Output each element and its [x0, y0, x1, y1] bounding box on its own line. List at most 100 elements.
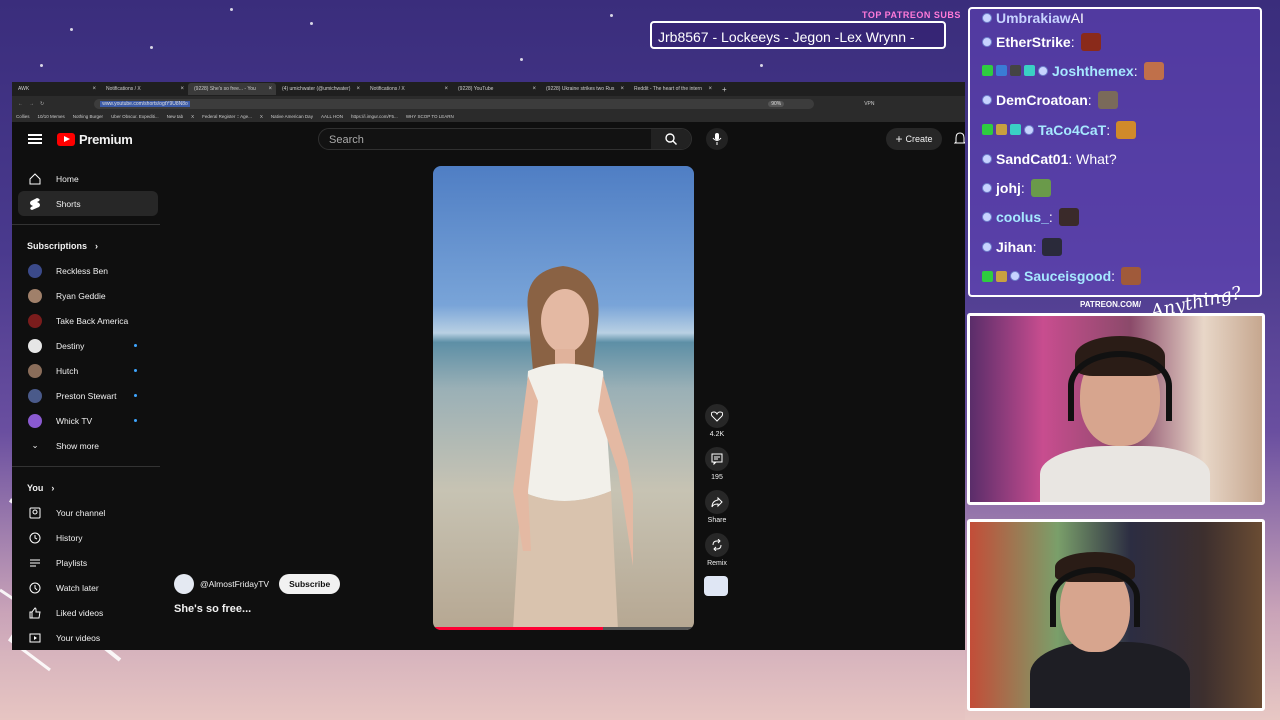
video-icon	[28, 631, 42, 645]
back-icon[interactable]: ←	[18, 101, 23, 107]
notifications-bell-icon[interactable]	[954, 132, 965, 146]
patreon-label: PATREON.COM/	[1080, 300, 1142, 309]
browser-tab[interactable]: Notifications / X ×	[100, 83, 188, 95]
sidebar-item-history[interactable]: History	[12, 525, 162, 550]
bookmark[interactable]: X	[260, 114, 263, 119]
like-button[interactable]: 4.2K	[704, 404, 730, 438]
chat-username: DemCroatoan	[996, 92, 1088, 109]
url-input[interactable]: www.youtube.com/shorts/ogtY9U8N8o 90%	[94, 98, 815, 109]
forward-icon[interactable]: →	[29, 101, 34, 107]
chat-message: EtherStrike:	[970, 27, 1260, 56]
sidebar-item-liked-videos[interactable]: Liked videos	[12, 600, 162, 625]
share-icon	[711, 496, 723, 507]
new-tab-icon[interactable]: +	[722, 85, 727, 94]
chat-text: :	[1106, 121, 1111, 138]
browser-tab-active[interactable]: (9228) She's so free... - You ×	[188, 83, 276, 95]
clock-icon	[28, 581, 42, 595]
channel-name[interactable]: @AlmostFridayTV	[200, 579, 269, 589]
new-content-dot	[134, 394, 137, 397]
bookmark[interactable]: https://i.imgur.com/F5...	[351, 114, 398, 119]
youtube-premium-logo[interactable]: Premium	[57, 132, 133, 147]
chat-username: SandCat01	[996, 150, 1069, 167]
remix-button[interactable]: Remix	[704, 533, 730, 567]
you-header[interactable]: You ›	[12, 475, 162, 500]
bookmark[interactable]: New tab	[167, 114, 184, 119]
browser-tab[interactable]: (9228) Ukraine strikes two Rus ×	[540, 83, 628, 95]
chat-user-icon	[982, 153, 992, 164]
browser-tab[interactable]: Notifications / X ×	[364, 83, 452, 95]
search-button[interactable]	[651, 129, 691, 149]
chat-text: :	[1070, 33, 1075, 50]
comments-button[interactable]: 195	[704, 447, 730, 481]
subscription-item[interactable]: Hutch	[12, 358, 162, 383]
chat-username: EtherStrike	[996, 33, 1071, 50]
sidebar-divider	[12, 224, 160, 225]
chat-badge-icon	[996, 65, 1007, 77]
share-button[interactable]: Share	[704, 490, 730, 524]
vpn-badge[interactable]: VPN	[864, 101, 874, 107]
chat-user-icon	[982, 183, 992, 194]
chat-message: Jihan:	[970, 232, 1260, 261]
short-channel-row: @AlmostFridayTV Subscribe	[174, 574, 341, 594]
bookmark[interactable]: Federal Register :: Age...	[202, 114, 252, 119]
chat-badge-icon	[1010, 65, 1021, 77]
voice-search-button[interactable]	[706, 128, 728, 150]
reload-icon[interactable]: ↻	[40, 101, 44, 107]
sidebar-item-your-channel[interactable]: Your channel	[12, 500, 162, 525]
bookmark[interactable]: X	[191, 114, 194, 119]
tab-bar: AWK × Notifications / X × (9228) She's so …	[12, 82, 965, 96]
bookmark[interactable]: Nothing Burger	[73, 114, 103, 119]
bookmark[interactable]: Collies	[16, 114, 30, 119]
playlists-icon	[28, 556, 42, 570]
hamburger-menu-icon[interactable]	[28, 134, 42, 144]
subscription-item[interactable]: Destiny	[12, 333, 162, 358]
sidebar-item-watch-later[interactable]: Watch later	[12, 575, 162, 600]
sidebar-item-playlists[interactable]: Playlists	[12, 550, 162, 575]
browser-tab[interactable]: Reddit - The heart of the intern ×	[628, 83, 716, 95]
chevron-down-icon: ⌄	[31, 440, 39, 450]
bookmarks-bar: Collies 10/10 Memes Nothing Burger Uber …	[12, 111, 965, 122]
sidebar-divider	[12, 466, 160, 467]
bookmark[interactable]: Native American Day	[271, 114, 313, 119]
like-icon	[28, 606, 42, 620]
subscriptions-header[interactable]: Subscriptions ›	[12, 233, 162, 258]
remix-icon	[712, 539, 722, 551]
sidebar-item-home[interactable]: Home	[12, 166, 162, 191]
chat-user-icon	[1038, 65, 1048, 76]
browser-tab[interactable]: AWK ×	[12, 83, 100, 95]
chat-text: :	[1032, 238, 1037, 255]
subscription-item[interactable]: Ryan Geddie	[12, 283, 162, 308]
audio-thumbnail[interactable]	[704, 576, 728, 596]
chat-message: Joshthemex:	[970, 56, 1260, 85]
show-more-button[interactable]: ⌄ Show more	[12, 433, 162, 458]
create-button[interactable]: + Create	[886, 128, 942, 150]
chat-badge-icon	[1010, 124, 1021, 136]
channel-avatar	[28, 263, 42, 278]
subscription-item[interactable]: Preston Stewart	[12, 383, 162, 408]
sidebar-item-shorts[interactable]: Shorts	[18, 191, 158, 216]
subscription-item[interactable]: Take Back America	[12, 308, 162, 333]
channel-avatar	[28, 388, 42, 403]
plus-icon: +	[895, 132, 903, 146]
zoom-indicator[interactable]: 90%	[768, 100, 785, 107]
chat-emote-icon	[1058, 208, 1079, 227]
subscription-item[interactable]: Whick TV	[12, 408, 162, 433]
search-icon	[665, 133, 677, 145]
bookmark[interactable]: WHY SCOP TO LEARN	[406, 114, 454, 119]
headphones-icon	[1050, 567, 1140, 627]
channel-avatar[interactable]	[174, 574, 194, 594]
short-actions: 4.2K 195 Share Remix	[704, 404, 730, 596]
search-input[interactable]	[327, 133, 631, 147]
subscribe-button[interactable]: Subscribe	[279, 574, 341, 594]
browser-tab[interactable]: (9228) YouTube ×	[452, 83, 540, 95]
subscription-item[interactable]: Reckless Ben	[12, 258, 162, 283]
bookmark[interactable]: AALL HON	[321, 114, 343, 119]
short-video-player[interactable]	[433, 166, 694, 630]
browser-window: AWK × Notifications / X × (9228) She's so …	[12, 82, 965, 650]
bookmark[interactable]: 10/10 Memes	[38, 114, 65, 119]
browser-tab[interactable]: (4) umichwater (@umichwater) ×	[276, 83, 364, 95]
chat-message: TaCo4CaT:	[970, 115, 1260, 144]
bookmark[interactable]: Uber Obscur. Expediti...	[111, 114, 159, 119]
sidebar-item-your-videos[interactable]: Your videos	[12, 625, 162, 650]
video-progress-bar[interactable]	[433, 627, 694, 630]
